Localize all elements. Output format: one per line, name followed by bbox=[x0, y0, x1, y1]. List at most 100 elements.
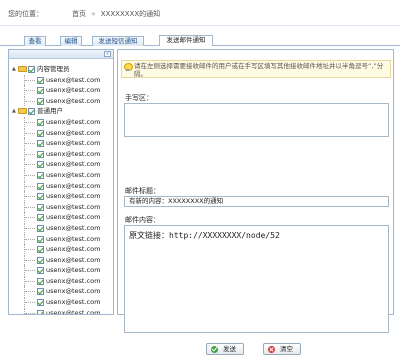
user-checkbox[interactable] bbox=[37, 171, 44, 179]
user-email: usenx@test.com bbox=[46, 75, 101, 84]
user-email: usenx@test.com bbox=[46, 202, 101, 211]
tab-send-sms[interactable]: 发送短信通知 bbox=[92, 36, 144, 46]
user-email: usenx@test.com bbox=[46, 170, 101, 179]
clear-button-label: 清空 bbox=[280, 345, 293, 353]
recipient-tree: ▲ 内容管理员 usenx@test.com usenx@test.com usenx@… bbox=[11, 64, 113, 315]
send-button[interactable]: 发送 bbox=[206, 343, 244, 355]
breadcrumb: 首页 » XXXXXXXX的通知 bbox=[72, 9, 160, 19]
user-checkbox[interactable] bbox=[37, 267, 44, 275]
tree-user-item[interactable]: usenx@test.com bbox=[11, 297, 113, 308]
tree-user-item[interactable]: usenx@test.com bbox=[11, 138, 113, 149]
email-form-panel: 请在左侧选择需要接收邮件的用户或在手写区填写其他接收邮件地址并以半角逗号“,”分… bbox=[117, 49, 394, 355]
user-checkbox[interactable] bbox=[37, 288, 44, 296]
user-email: usenx@test.com bbox=[46, 234, 101, 243]
user-email: usenx@test.com bbox=[46, 181, 101, 190]
tree-user-item[interactable]: usenx@test.com bbox=[11, 244, 113, 255]
subject-label: 邮件标题： bbox=[125, 187, 160, 195]
user-checkbox[interactable] bbox=[37, 235, 44, 243]
tree-connector bbox=[24, 233, 35, 244]
send-button-label: 发送 bbox=[223, 345, 236, 353]
tree-user-item[interactable]: usenx@test.com bbox=[11, 201, 113, 213]
tree-user-item[interactable]: usenx@test.com bbox=[11, 148, 113, 160]
tree-user-item[interactable]: usenx@test.com bbox=[11, 127, 113, 139]
tree-connector bbox=[24, 74, 35, 85]
breadcrumb-label: 您的位置： bbox=[8, 10, 43, 18]
user-checkbox[interactable] bbox=[37, 118, 44, 126]
user-checkbox[interactable] bbox=[37, 76, 44, 84]
tree-connector bbox=[24, 307, 35, 314]
tree-connector bbox=[24, 244, 35, 255]
folder-icon bbox=[18, 108, 27, 115]
user-email: usenx@test.com bbox=[46, 86, 101, 95]
user-checkbox[interactable] bbox=[37, 140, 44, 148]
expand-icon[interactable]: ▲ bbox=[12, 109, 17, 114]
tree-user-item[interactable]: usenx@test.com bbox=[11, 222, 113, 234]
tree-user-item[interactable]: usenx@test.com bbox=[11, 212, 113, 223]
tab-send-email[interactable]: 发送邮件通知 bbox=[159, 35, 213, 46]
tree-connector bbox=[24, 138, 35, 149]
user-email: usenx@test.com bbox=[46, 298, 101, 307]
notice-text: 请在左侧选择需要接收邮件的用户或在手写区填写其他接收邮件地址并以半角逗号“,”分… bbox=[134, 62, 384, 78]
user-checkbox[interactable] bbox=[37, 203, 44, 211]
breadcrumb-home-link[interactable]: 首页 bbox=[72, 10, 86, 18]
group-checkbox[interactable] bbox=[28, 108, 35, 116]
tree-user-item[interactable]: usenx@test.com bbox=[11, 307, 113, 315]
user-email: usenx@test.com bbox=[46, 192, 101, 201]
subject-input[interactable]: 有新的内容：XXXXXXXX的通知 bbox=[124, 196, 389, 207]
tab-view[interactable]: 查看 bbox=[24, 36, 46, 46]
handwrite-label: 手写区： bbox=[125, 94, 153, 102]
tree-user-item[interactable]: usenx@test.com bbox=[11, 74, 113, 86]
user-email: usenx@test.com bbox=[46, 213, 101, 222]
tree-user-item[interactable]: usenx@test.com bbox=[11, 95, 113, 107]
breadcrumb-bar: 您的位置： 首页 » XXXXXXXX的通知 bbox=[0, 0, 400, 26]
check-icon bbox=[211, 346, 218, 353]
tree-user-item[interactable]: usenx@test.com bbox=[11, 116, 113, 128]
close-icon bbox=[268, 346, 275, 353]
user-checkbox[interactable] bbox=[37, 299, 44, 307]
tree-connector bbox=[24, 265, 35, 276]
user-checkbox[interactable] bbox=[37, 256, 44, 264]
tree-user-item[interactable]: usenx@test.com bbox=[11, 191, 113, 202]
tree-connector bbox=[24, 222, 35, 233]
user-checkbox[interactable] bbox=[37, 246, 44, 254]
tree-user-item[interactable]: usenx@test.com bbox=[11, 275, 113, 287]
expand-icon[interactable]: ▲ bbox=[12, 67, 17, 72]
content-textarea[interactable]: 原文链接：http://XXXXXXXX/node/52 bbox=[124, 225, 389, 333]
clear-button[interactable]: 清空 bbox=[263, 343, 301, 355]
user-checkbox[interactable] bbox=[37, 277, 44, 285]
user-checkbox[interactable] bbox=[37, 214, 44, 222]
user-checkbox[interactable] bbox=[37, 97, 44, 105]
tree-connector bbox=[24, 254, 35, 265]
content-label: 邮件内容： bbox=[125, 216, 160, 224]
tree-connector bbox=[24, 275, 35, 286]
tree-user-item[interactable]: usenx@test.com bbox=[11, 265, 113, 276]
tab-edit[interactable]: 编辑 bbox=[60, 36, 82, 46]
user-checkbox[interactable] bbox=[37, 193, 44, 201]
lightbulb-icon bbox=[124, 63, 133, 72]
user-email: usenx@test.com bbox=[46, 128, 101, 137]
user-checkbox[interactable] bbox=[37, 309, 44, 314]
user-checkbox[interactable] bbox=[37, 182, 44, 190]
tree-connector bbox=[24, 159, 35, 170]
user-email: usenx@test.com bbox=[46, 276, 101, 285]
tree-user-item[interactable]: usenx@test.com bbox=[11, 159, 113, 170]
tree-user-item[interactable]: usenx@test.com bbox=[11, 180, 113, 192]
user-checkbox[interactable] bbox=[37, 224, 44, 232]
tree-user-item[interactable]: usenx@test.com bbox=[11, 233, 113, 245]
user-email: usenx@test.com bbox=[46, 308, 101, 315]
collapse-panel-button[interactable]: « bbox=[104, 51, 111, 57]
user-checkbox[interactable] bbox=[37, 129, 44, 137]
tree-user-item[interactable]: usenx@test.com bbox=[11, 169, 113, 181]
group-checkbox[interactable] bbox=[28, 66, 35, 73]
tree-user-item[interactable]: usenx@test.com bbox=[11, 254, 113, 266]
user-checkbox[interactable] bbox=[37, 150, 44, 158]
group-label: 普通用户 bbox=[37, 107, 63, 116]
tree-group[interactable]: ▲ 内容管理员 bbox=[11, 64, 113, 75]
tree-group[interactable]: ▲ 普通用户 bbox=[11, 106, 113, 117]
user-checkbox[interactable] bbox=[37, 87, 44, 95]
tree-user-item[interactable]: usenx@test.com bbox=[11, 85, 113, 96]
handwrite-textarea[interactable] bbox=[124, 103, 389, 137]
tree-user-item[interactable]: usenx@test.com bbox=[11, 286, 113, 297]
user-checkbox[interactable] bbox=[37, 161, 44, 169]
tree-connector bbox=[24, 180, 35, 191]
